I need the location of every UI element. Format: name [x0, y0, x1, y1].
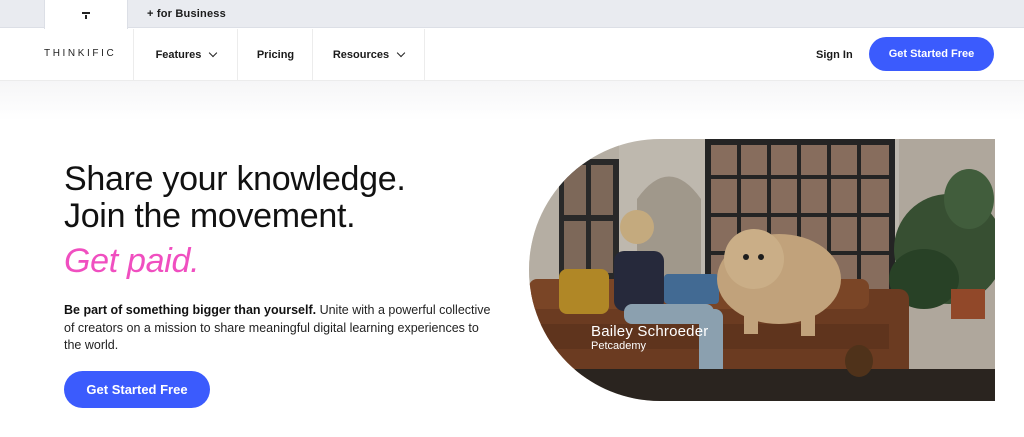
logo[interactable]: THINKIFIC	[44, 48, 116, 59]
nav-item-features-label: Features	[155, 49, 202, 61]
hero-description-bold: Be part of something bigger than yoursel…	[64, 303, 317, 317]
home-tab[interactable]	[44, 0, 128, 29]
nav-item-pricing[interactable]: Pricing	[237, 29, 313, 81]
get-started-button-hero[interactable]: Get Started Free	[64, 371, 210, 408]
caption-organization: Petcademy	[591, 340, 647, 352]
hero-scene-illustration	[529, 139, 995, 401]
main-nav: THINKIFIC Features Pricing Resources Sig…	[0, 29, 1024, 81]
hero-video-image[interactable]: Bailey Schroeder Petcademy	[529, 139, 995, 401]
chevron-down-icon	[396, 48, 406, 58]
caption-name: Bailey Schroeder	[591, 323, 709, 340]
top-strip: + for Business	[0, 0, 1024, 29]
hero-background-band	[0, 81, 1024, 121]
hero-headline-line-3: Get paid.	[64, 242, 200, 280]
nav-item-resources[interactable]: Resources	[312, 29, 425, 81]
video-caption: Bailey Schroeder Petcademy	[591, 323, 708, 353]
nav-item-features[interactable]: Features	[133, 29, 238, 81]
get-started-button-nav[interactable]: Get Started Free	[869, 37, 994, 71]
hero-headline-line-1: Share your knowledge.	[64, 160, 406, 198]
business-tab[interactable]: + for Business	[147, 0, 226, 28]
hero-headline-line-2: Join the movement.	[64, 197, 356, 235]
chevron-down-icon	[209, 48, 218, 58]
nav-item-pricing-label: Pricing	[256, 49, 295, 61]
sign-in-link[interactable]: Sign In	[816, 29, 853, 81]
nav-item-resources-label: Resources	[332, 49, 390, 61]
thinkific-mark-icon	[82, 10, 90, 20]
hero-description: Be part of something bigger than yoursel…	[64, 302, 494, 355]
